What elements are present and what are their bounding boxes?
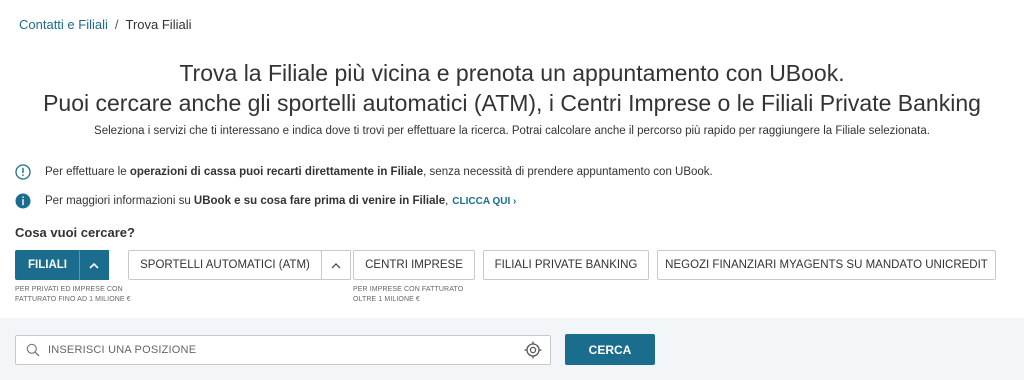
info-outline-icon <box>15 164 31 180</box>
page-title: Trova la Filiale più vicina e prenota un… <box>179 60 845 86</box>
option-atm-button[interactable]: SPORTELLI AUTOMATICI (ATM) <box>128 250 322 280</box>
info-cassa-text: Per effettuare le operazioni di cassa pu… <box>45 166 713 178</box>
chevron-up-icon <box>331 262 341 268</box>
info-filled-icon <box>15 193 31 209</box>
info-ubook: Per maggiori informazioni su UBook e su … <box>15 193 516 209</box>
search-field[interactable] <box>15 335 551 365</box>
search-input[interactable] <box>46 343 524 357</box>
option-centri-imprese-note: PER IMPRESE CON FATTURATO OLTRE 1 MILIONE… <box>353 286 464 303</box>
option-filiali-note: PER PRIVATI ED IMPRESE CON FATTURATO FINO… <box>15 286 131 303</box>
search-icon <box>26 343 40 357</box>
option-private-banking-button[interactable]: FILIALI PRIVATE BANKING <box>483 250 649 280</box>
info-ubook-text: Per maggiori informazioni su UBook e su … <box>45 195 449 207</box>
info-cassa: Per effettuare le operazioni di cassa pu… <box>15 164 713 180</box>
page-subtitle: Puoi cercare anche gli sportelli automat… <box>43 90 981 116</box>
breadcrumb-link-contatti[interactable]: Contatti e Filiali <box>19 17 108 32</box>
option-filiali-toggle[interactable] <box>79 250 109 280</box>
chevron-up-icon <box>89 262 99 269</box>
option-negozi-myagents-button[interactable]: NEGOZI FINANZIARI MYAGENTS SU MANDATO UN… <box>657 250 996 280</box>
breadcrumb-separator: / <box>114 17 119 32</box>
option-centri-imprese-button[interactable]: CENTRI IMPRESE <box>353 250 475 280</box>
search-button[interactable]: CERCA <box>565 334 655 365</box>
option-filiali-button[interactable]: FILIALI <box>15 250 80 280</box>
clicca-qui-link[interactable]: CLICCA QUI › <box>452 196 516 207</box>
breadcrumb: Contatti e Filiali / Trova Filiali <box>19 17 191 32</box>
page-description: Seleziona i servizi che ti interessano e… <box>94 125 930 137</box>
geolocation-icon[interactable] <box>524 341 542 359</box>
search-question: Cosa vuoi cercare? <box>15 225 135 240</box>
option-atm-toggle[interactable] <box>321 250 351 280</box>
breadcrumb-current: Trova Filiali <box>125 17 192 32</box>
